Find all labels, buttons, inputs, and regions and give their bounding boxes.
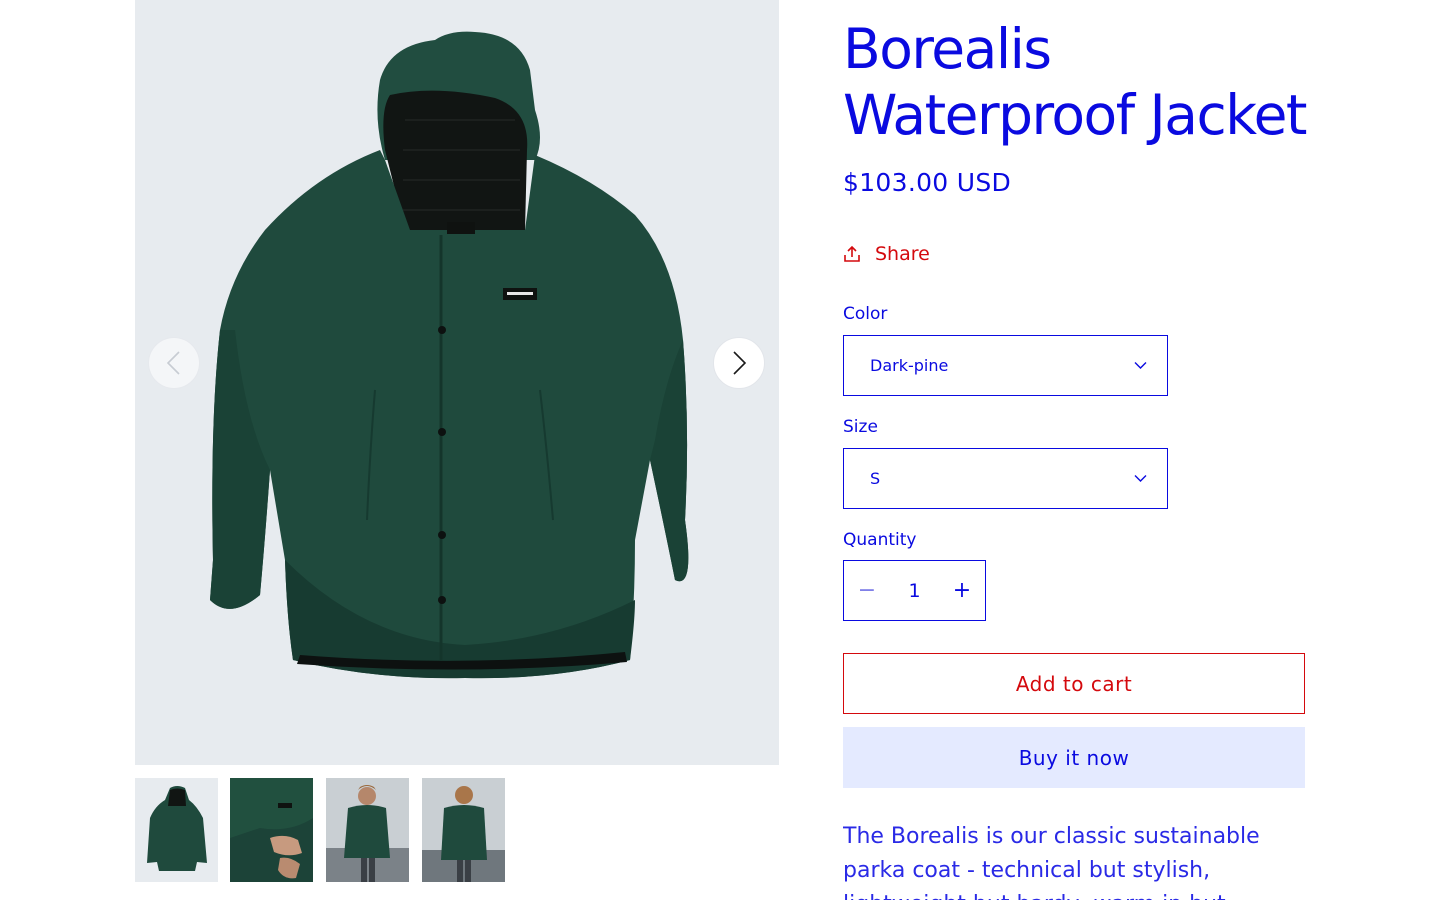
product-description: The Borealis is our classic sustainable … (843, 824, 1260, 900)
chevron-left-icon (166, 351, 180, 375)
share-button[interactable]: Share (843, 243, 930, 265)
jacket-image (210, 31, 689, 679)
quantity-stepper: − 1 + (843, 560, 986, 621)
quantity-increase-button[interactable]: + (939, 562, 985, 620)
gallery-next-button[interactable] (713, 337, 765, 389)
thumbnail-jacket-sleeve-detail[interactable] (230, 778, 313, 882)
share-label: Share (875, 243, 930, 265)
gallery-prev-button[interactable] (148, 337, 200, 389)
product-price: $103.00 USD (843, 168, 1012, 197)
quantity-label: Quantity (843, 530, 917, 550)
product-title: Borealis Waterproof Jacket (843, 17, 1308, 147)
color-select[interactable]: Dark-pine (843, 335, 1168, 396)
size-label: Size (843, 417, 878, 437)
chevron-down-icon (1134, 475, 1147, 482)
quantity-input[interactable]: 1 (908, 580, 920, 602)
size-select-value: S (870, 469, 881, 488)
quantity-decrease-button[interactable]: − (844, 562, 890, 620)
product-main-image[interactable] (135, 0, 779, 765)
add-to-cart-button[interactable]: Add to cart (843, 653, 1305, 714)
color-label: Color (843, 304, 888, 324)
thumbnail-strip (135, 778, 515, 882)
chevron-right-icon (733, 351, 747, 375)
color-select-value: Dark-pine (870, 356, 949, 375)
thumbnail-model-back[interactable] (422, 778, 505, 882)
thumbnail-model-front[interactable] (326, 778, 409, 882)
share-icon (844, 245, 860, 262)
size-select[interactable]: S (843, 448, 1168, 509)
buy-now-button[interactable]: Buy it now (843, 727, 1305, 788)
thumbnail-jacket-flat-front[interactable] (135, 778, 218, 882)
chevron-down-icon (1134, 362, 1147, 369)
